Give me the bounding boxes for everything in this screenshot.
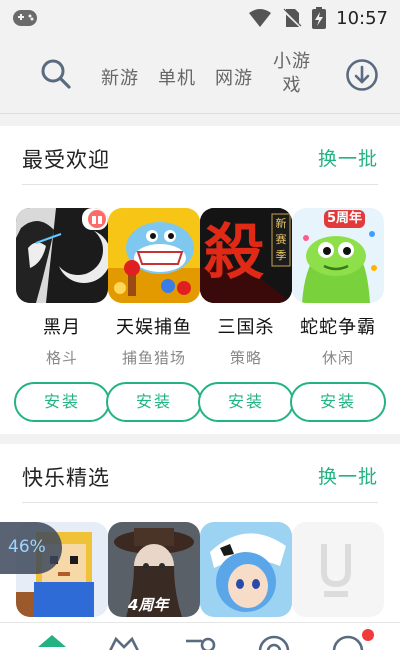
refresh-button[interactable]: 换一批 <box>318 462 378 489</box>
anniversary-badge: 4周年 <box>128 596 169 614</box>
tab-community-icon[interactable] <box>254 629 294 650</box>
divider <box>22 502 378 503</box>
game-icon-snake-battle[interactable]: 5周年 <box>292 208 384 303</box>
game-card[interactable]: 黑月 格斗 安装 <box>14 208 110 422</box>
tab-rank-icon[interactable] <box>104 629 144 650</box>
tab-single-player[interactable]: 单机 <box>158 64 196 90</box>
game-name: 蛇蛇争霸 <box>300 317 376 338</box>
game-icon-identity-v[interactable]: 4周年 <box>108 522 200 617</box>
no-sim-icon <box>282 8 302 28</box>
clock: 10:57 <box>336 7 388 29</box>
game-name: 黑月 <box>43 317 81 338</box>
sanguosha-season-label: 新赛季 <box>275 217 287 262</box>
notification-dot <box>362 629 374 641</box>
tab-search-games-icon[interactable] <box>180 629 220 650</box>
install-button[interactable]: 安装 <box>290 382 386 422</box>
section-title: 快乐精选 <box>22 466 110 490</box>
section-header: 最受欢迎 换一批 <box>22 144 378 174</box>
top-nav: 新游 单机 网游 小游 戏 <box>0 36 400 114</box>
wifi-icon <box>249 9 272 27</box>
anniversary-badge: 5周年 <box>324 210 366 228</box>
game-category: 捕鱼猎场 <box>121 349 186 367</box>
section-most-popular: 最受欢迎 换一批 黑月 格斗 安装 天娱捕鱼 捕鱼猎场 安装 殺 新赛季 三国杀… <box>0 126 400 434</box>
game-icon-placeholder[interactable] <box>292 522 384 617</box>
status-bar: 10:57 <box>0 0 400 36</box>
tab-online-games[interactable]: 网游 <box>215 64 253 90</box>
game-card[interactable]: 殺 新赛季 三国杀 策略 安装 <box>198 208 294 422</box>
game-icon-anime-racer[interactable] <box>200 522 292 617</box>
floating-download-progress[interactable]: 46% <box>0 522 62 574</box>
game-icon-sanguosha[interactable]: 殺 新赛季 <box>200 208 292 303</box>
install-button[interactable]: 安装 <box>14 382 110 422</box>
game-card[interactable]: 5周年 蛇蛇争霸 休闲 安装 <box>290 208 386 422</box>
game-category: 格斗 <box>45 349 78 367</box>
download-icon[interactable] <box>345 58 379 92</box>
tab-mini-games[interactable]: 小游 戏 <box>272 50 312 98</box>
sanguosha-logo: 殺 <box>204 218 264 288</box>
game-name: 三国杀 <box>217 317 275 338</box>
tab-mini-games-line2: 戏 <box>282 75 302 96</box>
battery-charging-icon <box>312 7 327 29</box>
game-name: 天娱捕鱼 <box>116 317 192 338</box>
game-category: 策略 <box>229 349 262 367</box>
gamepad-notification-icon <box>13 10 37 26</box>
refresh-button[interactable]: 换一批 <box>318 144 378 171</box>
install-button[interactable]: 安装 <box>198 382 294 422</box>
tab-home-icon[interactable] <box>32 629 72 650</box>
search-icon[interactable] <box>40 58 72 90</box>
game-icon-tianyu-fishing[interactable] <box>108 208 200 303</box>
game-card[interactable]: 天娱捕鱼 捕鱼猎场 安装 <box>106 208 202 422</box>
game-icon-heiyue[interactable] <box>16 208 108 303</box>
section-title: 最受欢迎 <box>22 148 110 172</box>
section-happy-picks: 快乐精选 换一批 4周年 <box>0 444 400 622</box>
tab-mini-games-line1: 小游 <box>273 51 311 72</box>
game-category: 休闲 <box>321 349 354 367</box>
install-button[interactable]: 安装 <box>106 382 202 422</box>
divider <box>22 184 378 185</box>
system-status: 10:57 <box>248 6 388 30</box>
tab-new-games[interactable]: 新游 <box>101 64 139 90</box>
section-header: 快乐精选 换一批 <box>22 462 378 492</box>
bottom-tab-bar <box>0 622 400 650</box>
progress-label: 46% <box>8 537 46 557</box>
